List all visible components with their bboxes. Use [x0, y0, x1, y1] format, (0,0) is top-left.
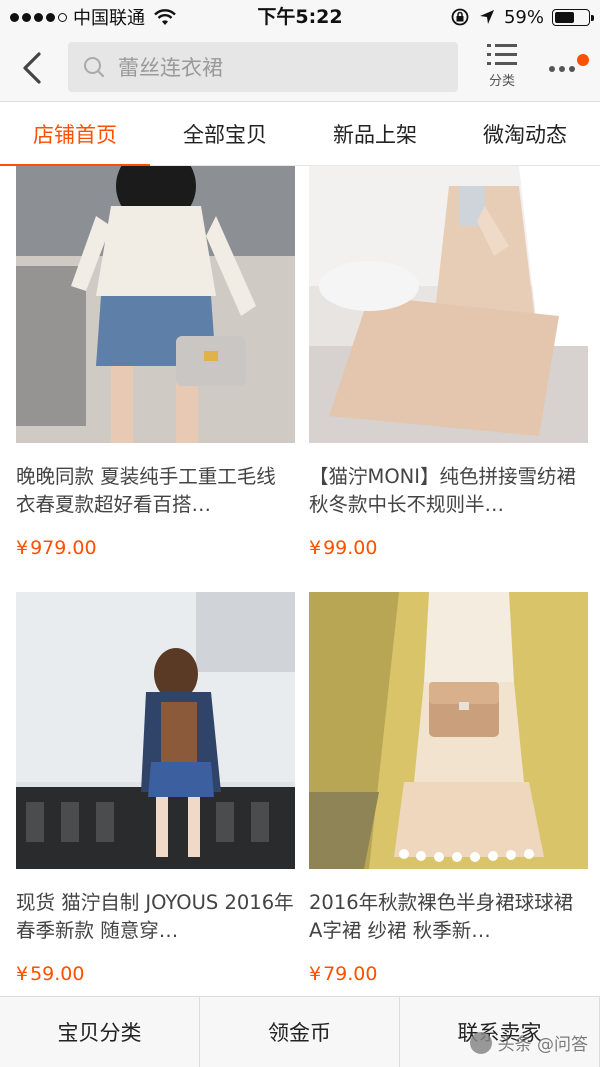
battery-percent: 59%	[503, 6, 544, 28]
product-title[interactable]: 2016年秋款裸色半身裙球球裙 A字裙 纱裙 秋季新…	[309, 889, 588, 945]
product-price: ¥979.00	[16, 537, 97, 559]
product-image[interactable]	[309, 592, 588, 869]
category-button[interactable]: 分类	[476, 42, 528, 96]
product-image[interactable]	[309, 166, 588, 443]
search-header: 蕾丝连衣裙 分类	[0, 34, 600, 102]
notification-dot	[577, 54, 589, 66]
rotation-lock-icon	[451, 8, 469, 26]
tab-shop-home[interactable]: 店铺首页	[0, 102, 150, 167]
product-title[interactable]: 现货 猫泞自制 JOYOUS 2016年春季新款 随意穿…	[16, 889, 295, 945]
product-price: ¥59.00	[16, 963, 85, 985]
back-button[interactable]	[14, 48, 50, 88]
more-icon	[549, 66, 575, 72]
tab-new-arrivals[interactable]: 新品上架	[300, 102, 450, 166]
status-right: 59%	[450, 0, 594, 34]
watermark: 头条 @问答	[469, 1030, 588, 1055]
more-button[interactable]	[545, 52, 595, 88]
product-card[interactable]: 现货 猫泞自制 JOYOUS 2016年春季新款 随意穿… ¥59.00	[16, 592, 295, 985]
product-price: ¥79.00	[309, 963, 378, 985]
product-card[interactable]: 2016年秋款裸色半身裙球球裙 A字裙 纱裙 秋季新… ¥79.00	[309, 592, 588, 985]
shop-bottom-bar: 宝贝分类 领金币 联系卖家 头条 @问答	[0, 996, 600, 1067]
product-image[interactable]	[16, 166, 295, 443]
product-grid: 晚晚同款 夏装纯手工重工毛线衣春夏款超好看百搭… ¥979.00 【猫泞MONI…	[0, 166, 600, 996]
category-label: 分类	[488, 74, 515, 89]
search-input[interactable]: 蕾丝连衣裙	[68, 42, 458, 92]
tab-weitao-feed[interactable]: 微淘动态	[450, 102, 600, 166]
tab-all-items[interactable]: 全部宝贝	[150, 102, 300, 166]
chevron-left-icon	[23, 52, 41, 84]
location-icon	[479, 10, 494, 24]
product-card[interactable]: 晚晚同款 夏装纯手工重工毛线衣春夏款超好看百搭… ¥979.00	[16, 166, 295, 559]
collect-coins-button[interactable]: 领金币	[200, 997, 400, 1067]
status-bar: 中国联通 下午5:22 59%	[0, 0, 600, 34]
product-title[interactable]: 【猫泞MONI】纯色拼接雪纺裙秋冬款中长不规则半…	[309, 463, 588, 519]
search-icon	[84, 57, 105, 78]
product-title[interactable]: 晚晚同款 夏装纯手工重工毛线衣春夏款超好看百搭…	[16, 463, 295, 519]
search-placeholder: 蕾丝连衣裙	[118, 56, 223, 80]
item-categories-button[interactable]: 宝贝分类	[0, 997, 200, 1067]
product-price: ¥99.00	[309, 537, 378, 559]
watermark-logo-icon	[469, 1031, 492, 1054]
list-icon	[487, 44, 517, 65]
shop-tabs: 店铺首页 全部宝贝 新品上架 微淘动态	[0, 102, 600, 167]
battery-icon	[552, 8, 594, 26]
product-image[interactable]	[16, 592, 295, 869]
product-card[interactable]: 【猫泞MONI】纯色拼接雪纺裙秋冬款中长不规则半… ¥99.00	[309, 166, 588, 559]
